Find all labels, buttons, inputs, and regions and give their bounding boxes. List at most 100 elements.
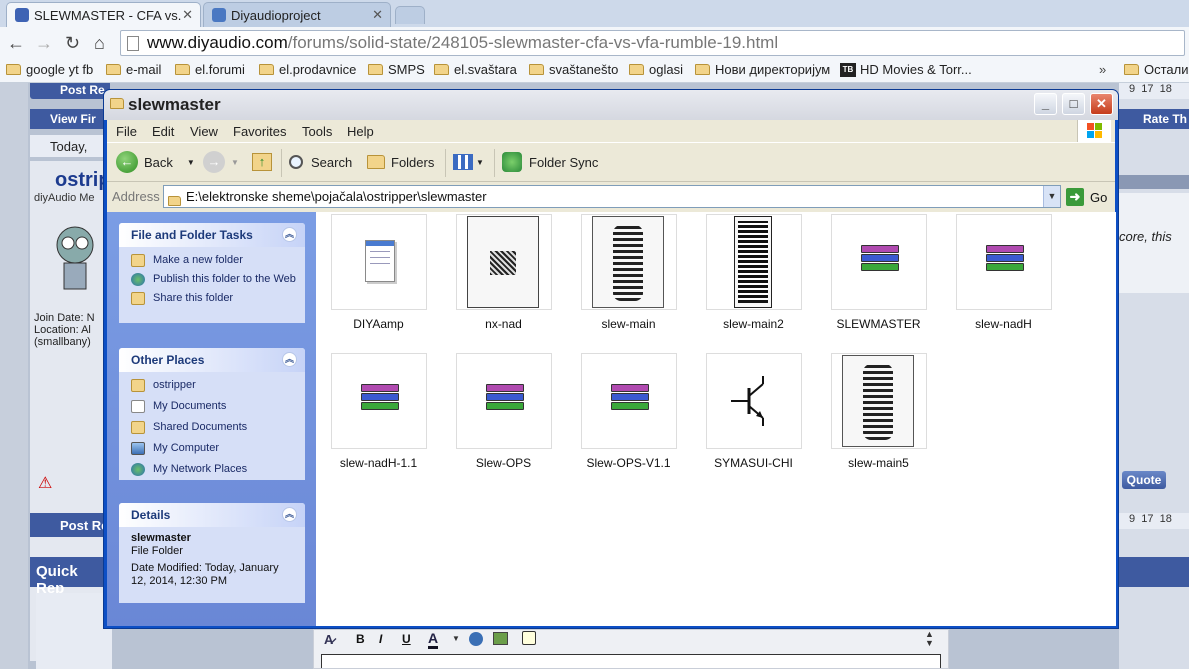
- file-name: slew-nadH-1.1: [339, 456, 418, 470]
- underline-button[interactable]: U: [402, 632, 411, 646]
- bookmark-smps[interactable]: SMPS: [368, 62, 425, 77]
- tab-diyaudioproject[interactable]: Diyaudioproject ✕: [203, 2, 391, 27]
- bookmark-svastanesto[interactable]: svaštanešto: [529, 62, 618, 77]
- menu-view[interactable]: View: [190, 124, 218, 139]
- bold-button[interactable]: B: [356, 632, 365, 646]
- place-my-computer[interactable]: My Computer: [119, 437, 305, 458]
- bookmark-novi-direktorijum[interactable]: Нови директоријум: [695, 62, 830, 77]
- views-dropdown-icon[interactable]: ▼: [476, 158, 484, 167]
- bookmarks-overflow-button[interactable]: »: [1099, 62, 1106, 77]
- minimize-button[interactable]: _: [1034, 93, 1057, 115]
- quote-icon[interactable]: [522, 631, 536, 645]
- font-color-button[interactable]: A: [428, 630, 439, 649]
- file-thumbnail: [955, 214, 1052, 310]
- file-item[interactable]: slew-nadH: [941, 214, 1066, 331]
- back-arrow-icon[interactable]: ←: [7, 33, 25, 53]
- folders-button[interactable]: Folders: [367, 151, 434, 173]
- share-folder-link[interactable]: Share this folder: [119, 289, 305, 308]
- italic-button[interactable]: I: [379, 632, 382, 646]
- file-item[interactable]: SLEWMASTER: [816, 214, 941, 331]
- panel-header[interactable]: Other Places ︽: [119, 348, 305, 372]
- address-field[interactable]: E:\elektronske sheme\pojačala\ostripper\…: [163, 185, 1061, 208]
- reload-icon[interactable]: ↻: [65, 33, 80, 53]
- go-button[interactable]: ➜ Go: [1066, 186, 1107, 208]
- menu-file[interactable]: File: [116, 124, 137, 139]
- place-my-network[interactable]: My Network Places: [119, 458, 305, 479]
- bookmark-el-svastara[interactable]: el.svaštara: [434, 62, 517, 77]
- back-button[interactable]: ← Back ▼: [116, 151, 195, 173]
- folder-sync-button[interactable]: Folder Sync: [502, 151, 598, 173]
- file-item[interactable]: Slew-OPS-V1.1: [566, 353, 691, 470]
- post-reply-button-2[interactable]: Post Re: [30, 513, 110, 537]
- menu-favorites[interactable]: Favorites: [233, 124, 286, 139]
- forward-button[interactable]: → ▼: [203, 151, 239, 173]
- report-warning-icon[interactable]: ⚠: [38, 473, 52, 493]
- views-button[interactable]: ▼: [453, 151, 484, 173]
- panel-title: Details: [131, 508, 171, 522]
- view-first-link[interactable]: View Fir: [30, 109, 110, 129]
- remove-format-icon[interactable]: A̷: [324, 632, 333, 647]
- details-panel: Details ︽ slewmaster File Folder Date Mod…: [119, 503, 305, 603]
- window-titlebar[interactable]: slewmaster _ □ ✕: [104, 90, 1118, 120]
- resize-editor-icon[interactable]: ▲ ▼: [925, 630, 934, 648]
- panel-header[interactable]: File and Folder Tasks ︽: [119, 223, 305, 247]
- place-shared-documents[interactable]: Shared Documents: [119, 416, 305, 437]
- quote-button[interactable]: Quote: [1122, 471, 1166, 489]
- rate-thread-link[interactable]: Rate Th: [1119, 109, 1189, 129]
- close-tab-icon[interactable]: ✕: [182, 7, 193, 23]
- pagination-bottom[interactable]: 9 17 18: [1119, 513, 1189, 529]
- menu-edit[interactable]: Edit: [152, 124, 174, 139]
- place-ostripper[interactable]: ostripper: [119, 376, 305, 395]
- panel-header[interactable]: Details ︽: [119, 503, 305, 527]
- file-item[interactable]: slew-main: [566, 214, 691, 331]
- file-item[interactable]: SYMASUI-CHI: [691, 353, 816, 470]
- menu-help[interactable]: Help: [347, 124, 374, 139]
- file-item[interactable]: slew-main2: [691, 214, 816, 331]
- up-folder-button[interactable]: ↑: [252, 151, 272, 173]
- link-globe-icon[interactable]: [469, 632, 483, 646]
- bookmark-e-mail[interactable]: e-mail: [106, 62, 161, 77]
- make-new-folder-link[interactable]: Make a new folder: [119, 251, 305, 270]
- file-name: DIYAamp: [353, 317, 404, 331]
- message-textarea[interactable]: [321, 654, 941, 668]
- new-tab-button[interactable]: [395, 6, 425, 24]
- pagination-top[interactable]: 9 17 18: [1119, 83, 1189, 99]
- user-location: Location: Al: [34, 324, 91, 336]
- window-title: slewmaster: [128, 95, 221, 114]
- insert-image-icon[interactable]: [493, 632, 508, 645]
- publish-folder-link[interactable]: Publish this folder to the Web: [119, 270, 305, 289]
- home-icon[interactable]: ⌂: [94, 33, 105, 53]
- address-bar[interactable]: www.diyaudio.com/forums/solid-state/2481…: [120, 30, 1185, 56]
- file-item[interactable]: Slew-OPS: [441, 353, 566, 470]
- tab-slewmaster[interactable]: SLEWMASTER - CFA vs. ✕: [6, 2, 201, 27]
- collapse-chevron-icon[interactable]: ︽: [282, 352, 297, 367]
- file-item[interactable]: nx-nad: [441, 214, 566, 331]
- place-my-documents[interactable]: My Documents: [119, 395, 305, 416]
- bookmark-ostali[interactable]: Остали: [1124, 62, 1189, 77]
- address-dropdown-icon[interactable]: ▼: [1043, 186, 1060, 207]
- forward-dropdown-icon[interactable]: ▼: [231, 158, 239, 167]
- close-button[interactable]: ✕: [1090, 93, 1113, 115]
- close-tab-icon[interactable]: ✕: [372, 7, 383, 23]
- file-name: SLEWMASTER: [836, 317, 921, 331]
- file-item[interactable]: DIYAamp: [316, 214, 441, 331]
- user-role: diyAudio Me: [34, 192, 95, 204]
- post-reply-button[interactable]: Post Re: [30, 83, 110, 99]
- bookmark-google-yt-fb[interactable]: google yt fb: [6, 62, 93, 77]
- file-thumbnail: [330, 214, 427, 310]
- font-color-dropdown-icon[interactable]: ▼: [452, 634, 460, 643]
- bookmark-hd-movies[interactable]: TB HD Movies & Torr...: [840, 62, 972, 77]
- bookmark-oglasi[interactable]: oglasi: [629, 62, 683, 77]
- views-icon: [453, 154, 473, 170]
- bookmark-el-forumi[interactable]: el.forumi: [175, 62, 245, 77]
- forward-arrow-icon[interactable]: →: [35, 33, 53, 53]
- menu-tools[interactable]: Tools: [302, 124, 332, 139]
- bookmark-el-prodavnice[interactable]: el.prodavnice: [259, 62, 356, 77]
- back-dropdown-icon[interactable]: ▼: [187, 158, 195, 167]
- file-item[interactable]: slew-main5: [816, 353, 941, 470]
- search-button[interactable]: Search: [289, 151, 352, 173]
- collapse-chevron-icon[interactable]: ︽: [282, 227, 297, 242]
- file-item[interactable]: slew-nadH-1.1: [316, 353, 441, 470]
- maximize-button[interactable]: □: [1062, 93, 1085, 115]
- collapse-chevron-icon[interactable]: ︽: [282, 507, 297, 522]
